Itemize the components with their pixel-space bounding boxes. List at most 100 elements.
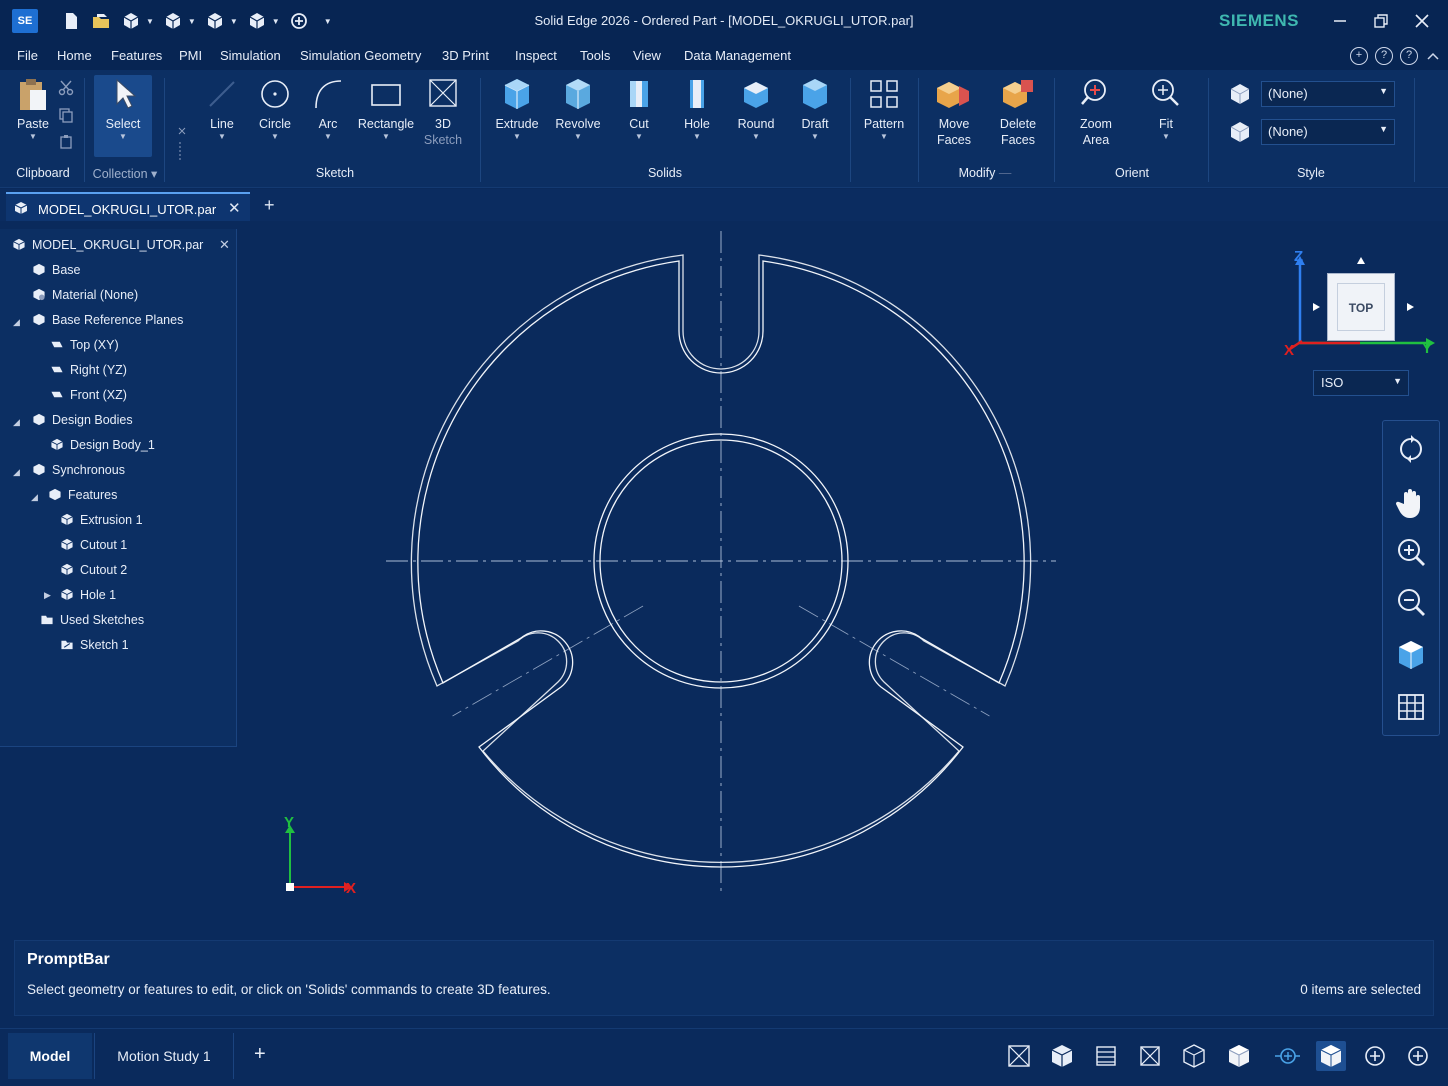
delete-faces-button[interactable]: Delete Faces [992,76,1044,148]
new-file-icon[interactable] [60,11,82,31]
move-faces-button[interactable]: Move Faces [928,76,980,148]
document-tab[interactable]: MODEL_OKRUGLI_UTOR.par ✕ [6,192,250,221]
tree-item-used-sketches[interactable]: Used Sketches [40,613,144,633]
expanded-caret-icon[interactable]: ◢ [13,417,20,428]
plus-circle-icon[interactable] [1403,1041,1433,1071]
add-document-icon[interactable]: + [264,195,275,216]
tree-item-cutout-1[interactable]: Cutout 1 [60,538,127,558]
app-logo[interactable]: SE [12,9,38,33]
tree-item-synchronous[interactable]: Synchronous [32,463,125,483]
support-help-icon[interactable]: ? [1400,47,1418,65]
chevron-down-icon[interactable]: ▼ [230,17,238,26]
assembly-icon[interactable] [162,11,184,31]
help-icon[interactable]: ? [1375,47,1393,65]
customize-toolbar-icon[interactable]: ▼ [324,17,332,26]
hole-button[interactable]: Hole ▼ [674,76,720,142]
tree-item-cutout-2[interactable]: Cutout 2 [60,563,127,583]
open-file-icon[interactable] [90,11,112,31]
shaded-view-icon[interactable] [1393,637,1429,673]
add-in-icon[interactable]: + [1350,47,1368,65]
tree-item-right-plane[interactable]: Right (YZ) [50,363,127,383]
extrude-button[interactable]: Extrude ▼ [490,76,544,142]
tree-item-design-bodies[interactable]: Design Bodies [32,413,133,433]
rotate-icon[interactable] [1393,431,1429,467]
restore-button[interactable] [1361,6,1401,36]
view-orientation-combo[interactable]: ISO ▼ [1313,370,1409,396]
tree-item-extrusion[interactable]: Extrusion 1 [60,513,143,533]
pan-icon[interactable] [1393,484,1429,520]
tree-item-material[interactable]: Material (None) [32,288,138,308]
select-tool[interactable]: Select ▼ [94,76,152,142]
add-study-icon[interactable]: + [254,1043,266,1066]
minimize-button[interactable] [1320,6,1360,36]
collapse-ribbon-icon[interactable] [1426,50,1440,62]
part-icon[interactable] [120,11,142,31]
menu-data-management[interactable]: Data Management [684,48,791,63]
body-style-combo[interactable]: (None) ▼ [1261,119,1395,145]
quick-pick-icon[interactable] [176,126,190,166]
hidden-lines-icon[interactable] [1135,1041,1165,1071]
menu-3d-print[interactable]: 3D Print [442,48,489,63]
view-cube[interactable]: TOP [1327,273,1395,341]
pattern-button[interactable]: Pattern ▼ [858,76,910,142]
menu-tools[interactable]: Tools [580,48,610,63]
tree-item-features[interactable]: Features [48,488,117,508]
tree-item-base-reference-planes[interactable]: Base Reference Planes [32,313,183,333]
round-button[interactable]: Round ▼ [730,76,782,142]
tree-item-front-plane[interactable]: Front (XZ) [50,388,127,408]
graphics-viewport[interactable]: Y X Z X Y [240,221,1448,937]
sheet-view-icon[interactable] [1091,1041,1121,1071]
paste-button[interactable]: Paste ▼ [12,76,54,142]
group-label-collection[interactable]: Collection ▾ [88,166,162,181]
close-icon[interactable]: ✕ [219,237,230,253]
iso-view-icon[interactable] [1047,1041,1077,1071]
tree-item-hole[interactable]: Hole 1 [60,588,116,608]
arc-button[interactable]: Arc ▼ [306,76,350,142]
copy-icon[interactable] [58,107,74,123]
zoom-area-icon[interactable] [1272,1041,1302,1071]
tab-model[interactable]: Model [8,1033,92,1079]
tree-item-sketch[interactable]: Sketch 1 [60,638,129,658]
line-button[interactable]: Line ▼ [200,76,244,142]
shaded-icon[interactable] [1224,1041,1254,1071]
add-circle-icon[interactable] [288,11,310,31]
chevron-down-icon[interactable]: ▼ [146,17,154,26]
fit-button[interactable]: Fit ▼ [1144,76,1188,142]
chevron-down-icon[interactable]: ▼ [272,17,280,26]
cut-scissors-icon[interactable] [58,80,74,96]
tree-item-top-plane[interactable]: Top (XY) [50,338,119,358]
fit-view-icon[interactable] [1004,1041,1034,1071]
tab-motion-study[interactable]: Motion Study 1 [94,1033,234,1079]
draft-button[interactable]: Draft ▼ [790,76,840,142]
menu-features[interactable]: Features [111,48,162,63]
expanded-caret-icon[interactable]: ◢ [13,467,20,478]
menu-simulation[interactable]: Simulation [220,48,281,63]
shaded-with-edges-button[interactable] [1316,1041,1346,1071]
collapsed-caret-icon[interactable]: ▶ [44,590,51,601]
zoom-area-button[interactable]: Zoom Area [1070,76,1122,148]
weldment-icon[interactable] [246,11,268,31]
zoom-in-icon[interactable] [1393,534,1429,570]
tree-root[interactable]: MODEL_OKRUGLI_UTOR.par [12,238,203,258]
grid-icon[interactable] [1393,689,1429,725]
circle-button[interactable]: Circle ▼ [252,76,298,142]
expanded-caret-icon[interactable]: ◢ [31,492,38,503]
revolve-button[interactable]: Revolve ▼ [550,76,606,142]
menu-home[interactable]: Home [57,48,92,63]
tree-item-base[interactable]: Base [32,263,81,283]
zoom-out-icon[interactable] [1393,584,1429,620]
paste-special-icon[interactable] [58,134,74,150]
expanded-caret-icon[interactable]: ◢ [13,317,20,328]
wireframe-icon[interactable] [1179,1041,1209,1071]
close-icon[interactable]: ✕ [228,199,241,217]
menu-inspect[interactable]: Inspect [515,48,557,63]
add-view-icon[interactable] [1360,1041,1390,1071]
menu-pmi[interactable]: PMI [179,48,202,63]
close-window-button[interactable] [1402,6,1442,36]
chevron-down-icon[interactable]: ▼ [188,17,196,26]
cut-button[interactable]: Cut ▼ [616,76,662,142]
sheet-metal-icon[interactable] [204,11,226,31]
menu-simulation-geometry[interactable]: Simulation Geometry [300,48,421,63]
face-style-combo[interactable]: (None) ▼ [1261,81,1395,107]
menu-file[interactable]: File [17,48,38,63]
